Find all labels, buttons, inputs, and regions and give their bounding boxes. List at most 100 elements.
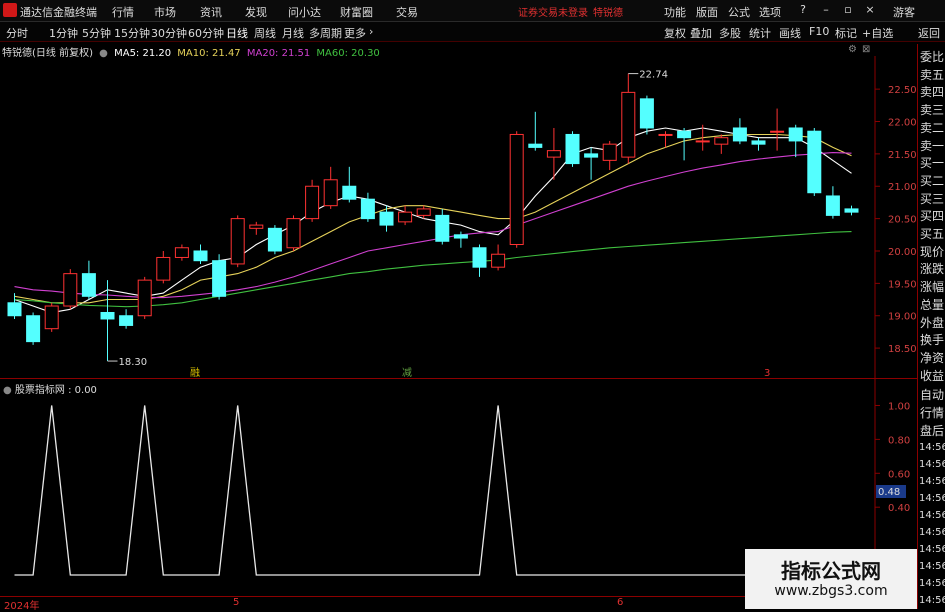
candle[interactable] [342, 166, 357, 203]
event-mark-reduce[interactable]: 减 [402, 367, 412, 378]
menu-options[interactable]: 选项 [759, 4, 781, 20]
candle[interactable] [732, 118, 747, 145]
candle[interactable] [379, 205, 394, 232]
back-button[interactable]: 返回 [918, 25, 940, 41]
close-icon[interactable]: × [862, 2, 878, 18]
candle[interactable] [286, 215, 301, 251]
candle[interactable] [751, 137, 766, 151]
sidebar-label-7[interactable]: 买二 [920, 172, 944, 189]
sidebar-label-2[interactable]: 卖四 [920, 83, 944, 100]
tab-daily[interactable]: 日线 [226, 25, 248, 41]
candle[interactable] [714, 134, 729, 154]
candle[interactable] [230, 215, 245, 268]
close-panel-icon[interactable]: ⊠ [862, 44, 870, 55]
candle[interactable] [528, 111, 543, 151]
candle[interactable] [565, 131, 580, 167]
candle[interactable] [584, 147, 599, 180]
tab-weekly[interactable]: 周线 [254, 25, 276, 41]
sidebar-label-9[interactable]: 买四 [920, 207, 944, 224]
menu-trade[interactable]: 交易 [396, 4, 418, 20]
menu-wealth[interactable]: 财富圈 [340, 4, 373, 20]
candle[interactable] [119, 309, 134, 329]
sidebar-bottom-label-2[interactable]: 盘后 [920, 422, 944, 439]
menu-formula[interactable]: 公式 [728, 4, 750, 20]
event-mark-3[interactable]: 3 [764, 368, 770, 378]
menu-function[interactable]: 功能 [664, 4, 686, 20]
tab-more[interactable]: 更多 [344, 25, 366, 41]
candle[interactable] [435, 208, 450, 245]
candle[interactable] [491, 244, 506, 271]
candle[interactable] [212, 254, 227, 300]
tab-monthly[interactable]: 月线 [282, 25, 304, 41]
sidebar-label-12[interactable]: 涨跌 [920, 260, 944, 277]
menu-discover[interactable]: 发现 [245, 4, 267, 20]
sidebar-label-15[interactable]: 外盘 [920, 314, 944, 331]
candle[interactable] [788, 124, 803, 158]
candle[interactable] [81, 260, 96, 300]
candle[interactable] [26, 312, 41, 345]
sidebar-label-14[interactable]: 总量 [920, 296, 944, 313]
sidebar-label-4[interactable]: 卖二 [920, 119, 944, 136]
overlay-button[interactable]: 叠加 [690, 25, 712, 41]
candle[interactable] [249, 221, 264, 235]
minimize-icon[interactable]: – [818, 2, 834, 18]
candle[interactable] [546, 127, 561, 180]
candle[interactable] [602, 140, 617, 171]
menu-quotes[interactable]: 行情 [112, 4, 134, 20]
add-watchlist-button[interactable]: +自选 [862, 25, 893, 41]
candle[interactable] [398, 205, 413, 226]
candle[interactable] [323, 166, 338, 209]
tab-30min[interactable]: 30分钟 [151, 25, 187, 41]
candlestick-chart[interactable]: 22.50 22.00 21.50 21.00 20.50 20.00 19.50 19.00… [0, 56, 917, 378]
candle[interactable] [156, 250, 171, 284]
sidebar-label-18[interactable]: 收益 [920, 367, 944, 384]
candle[interactable] [63, 269, 78, 310]
sidebar-bottom-label-1[interactable]: 行情 [920, 404, 944, 421]
candle[interactable] [44, 302, 59, 332]
draw-button[interactable]: 画线 [779, 25, 801, 41]
stats-button[interactable]: 统计 [749, 25, 771, 41]
candle[interactable] [472, 244, 487, 277]
sidebar-label-0[interactable]: 委比 [920, 48, 944, 65]
candle[interactable] [621, 73, 636, 164]
candle[interactable] [174, 244, 189, 261]
multi-stock-button[interactable]: 多股 [719, 25, 741, 41]
tab-5min[interactable]: 5分钟 [82, 25, 111, 41]
candle[interactable] [360, 192, 375, 222]
sidebar-bottom-label-0[interactable]: 自动 [920, 386, 944, 403]
sidebar-label-10[interactable]: 买五 [920, 225, 944, 242]
menu-ask[interactable]: 问小达 [288, 4, 321, 20]
sidebar-label-3[interactable]: 卖三 [920, 101, 944, 118]
tab-multi-period[interactable]: 多周期 [309, 25, 342, 41]
sidebar-label-17[interactable]: 净资 [920, 349, 944, 366]
guest-user[interactable]: 游客 [893, 4, 915, 20]
event-mark-margin[interactable]: 融 [190, 367, 200, 378]
tab-15min[interactable]: 15分钟 [114, 25, 150, 41]
tab-intraday[interactable]: 分时 [6, 25, 28, 41]
sidebar-label-1[interactable]: 卖五 [920, 66, 944, 83]
candle[interactable] [658, 131, 673, 148]
candle[interactable] [193, 244, 208, 264]
candle[interactable] [770, 108, 785, 151]
sidebar-label-6[interactable]: 买一 [920, 154, 944, 171]
sidebar-label-8[interactable]: 买三 [920, 190, 944, 207]
more-chevron-icon[interactable]: › [369, 25, 373, 38]
candle[interactable] [825, 186, 840, 219]
menu-news[interactable]: 资讯 [200, 4, 222, 20]
restore-icon[interactable]: ▫ [840, 2, 856, 18]
mark-button[interactable]: 标记 [835, 25, 857, 41]
f10-button[interactable]: F10 [809, 25, 829, 38]
tab-1min[interactable]: 1分钟 [49, 25, 78, 41]
candle[interactable] [509, 131, 524, 248]
menu-layout[interactable]: 版面 [696, 4, 718, 20]
candle[interactable] [677, 127, 692, 161]
candle[interactable] [807, 127, 822, 196]
sidebar-label-11[interactable]: 现价 [920, 243, 944, 260]
settings-gear-icon[interactable]: ⚙ [848, 44, 857, 55]
candle[interactable] [305, 179, 320, 222]
candle[interactable] [137, 276, 152, 319]
sidebar-label-16[interactable]: 换手 [920, 331, 944, 348]
candle[interactable] [267, 225, 282, 255]
help-icon[interactable]: ? [795, 2, 811, 18]
tab-60min[interactable]: 60分钟 [188, 25, 224, 41]
